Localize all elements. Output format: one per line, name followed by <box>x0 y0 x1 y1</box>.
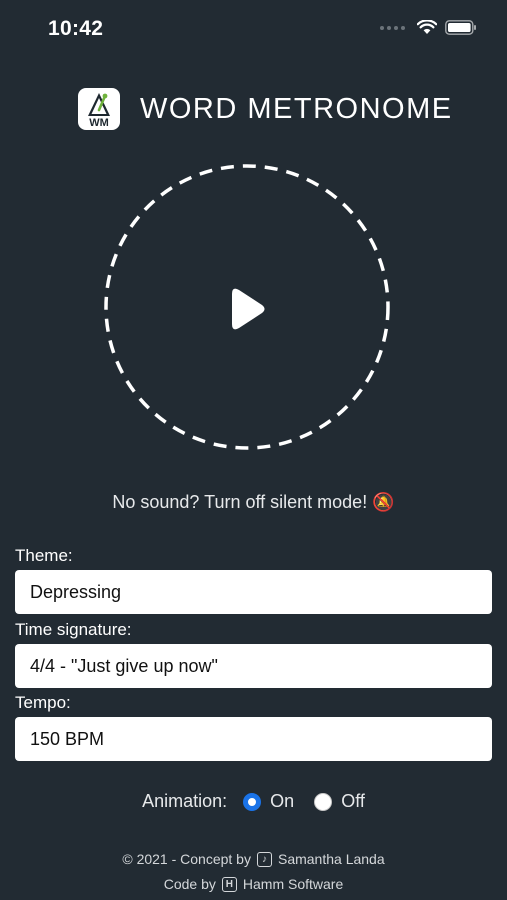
status-time: 10:42 <box>48 17 104 40</box>
silent-mode-hint: No sound? Turn off silent mode! 🔕 <box>112 492 395 512</box>
cellular-signal-icon <box>380 25 405 30</box>
tempo-field[interactable]: 150 BPM <box>15 717 492 761</box>
play-button[interactable] <box>104 164 390 450</box>
battery-icon <box>445 20 476 35</box>
theme-label: Theme: <box>15 546 73 565</box>
tempo-label: Tempo: <box>15 693 71 712</box>
footer-concept-prefix: © 2021 - Concept by <box>122 851 251 867</box>
status-icons <box>380 20 477 35</box>
animation-on-option[interactable]: On <box>243 791 294 812</box>
animation-toggle-row: Animation: On Off <box>0 791 507 812</box>
footer-credit-concept: © 2021 - Concept by ♪ Samantha Landa <box>0 851 507 867</box>
animation-on-label: On <box>270 791 295 811</box>
footer-code-link[interactable]: Hamm Software <box>243 876 343 892</box>
theme-field[interactable]: Depressing <box>15 570 492 614</box>
footer-code-prefix: Code by <box>163 876 216 892</box>
play-icon[interactable] <box>232 288 265 330</box>
wifi-icon <box>417 20 437 34</box>
animation-off-radio[interactable] <box>314 792 333 811</box>
svg-text:WM: WM <box>89 117 109 128</box>
footer-credit-code: Code by H Hamm Software <box>0 876 507 892</box>
animation-off-label: Off <box>341 791 365 811</box>
app-header: WM WORD METRONOME <box>78 88 453 130</box>
animation-label: Animation: <box>142 791 228 811</box>
status-bar: 10:42 <box>0 0 507 60</box>
metronome-logo-icon: WM <box>88 93 110 128</box>
animation-on-radio[interactable] <box>243 792 262 811</box>
footer-concept-link[interactable]: Samantha Landa <box>278 851 385 867</box>
app-logo: WM <box>78 88 120 130</box>
time-signature-label: Time signature: <box>15 620 132 639</box>
animation-off-option[interactable]: Off <box>314 791 365 812</box>
time-signature-field[interactable]: 4/4 - "Just give up now" <box>15 644 492 688</box>
hamm-software-icon: H <box>221 876 237 892</box>
app-title: WORD METRONOME <box>140 92 453 125</box>
tiktok-icon: ♪ <box>256 851 272 867</box>
